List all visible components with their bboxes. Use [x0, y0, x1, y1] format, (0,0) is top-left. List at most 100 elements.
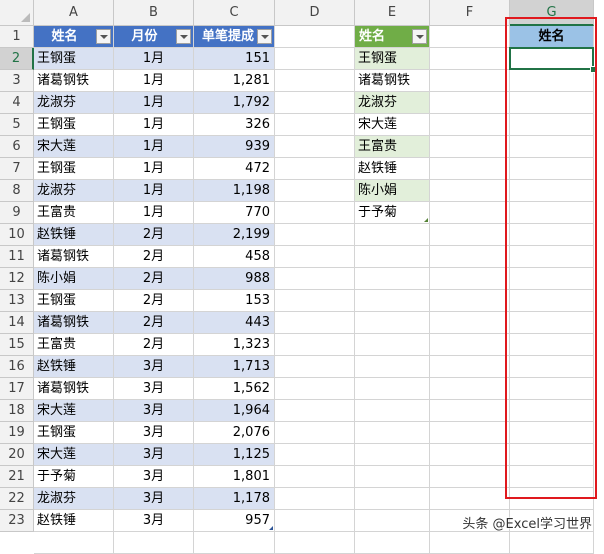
grid-cell[interactable]	[430, 48, 510, 70]
grid-cell[interactable]	[275, 26, 355, 48]
column-header-e[interactable]: E	[355, 0, 430, 26]
grid-cell[interactable]	[275, 92, 355, 114]
table1-month-cell[interactable]: 3月	[114, 466, 194, 488]
table1-commission-cell[interactable]: 458	[194, 246, 275, 268]
table2-name-cell[interactable]: 王钢蛋	[355, 48, 430, 70]
table1-name-cell[interactable]: 王富贵	[34, 202, 114, 224]
table1-month-cell[interactable]: 1月	[114, 70, 194, 92]
grid-cell[interactable]	[34, 532, 114, 554]
table1-commission-cell[interactable]: 151	[194, 48, 275, 70]
table1-header-commission[interactable]: 单笔提成	[194, 26, 275, 48]
table1-month-cell[interactable]: 2月	[114, 246, 194, 268]
grid-cell[interactable]	[275, 356, 355, 378]
table1-month-cell[interactable]: 1月	[114, 158, 194, 180]
row-header-5[interactable]: 5	[0, 114, 34, 136]
table1-name-cell[interactable]: 王富贵	[34, 334, 114, 356]
grid-cell[interactable]	[275, 488, 355, 510]
table1-month-cell[interactable]: 2月	[114, 334, 194, 356]
grid-cell[interactable]	[275, 466, 355, 488]
row-header-4[interactable]: 4	[0, 92, 34, 114]
grid-cell[interactable]	[355, 488, 430, 510]
table1-commission-cell[interactable]: 443	[194, 312, 275, 334]
table1-name-cell[interactable]: 王钢蛋	[34, 290, 114, 312]
grid-cell[interactable]	[430, 92, 510, 114]
grid-cell[interactable]	[275, 510, 355, 532]
row-header-14[interactable]: 14	[0, 312, 34, 334]
row-header-22[interactable]: 22	[0, 488, 34, 510]
grid-cell[interactable]	[430, 136, 510, 158]
table1-commission-cell[interactable]: 1,198	[194, 180, 275, 202]
table1-commission-cell[interactable]: 1,964	[194, 400, 275, 422]
spreadsheet-grid[interactable]: A B C D E F G 1 2 3 4 5 6 7 8 9 10 11 12 13 14 15 16 17 18 19 20 21…	[0, 0, 604, 554]
grid-cell[interactable]	[430, 488, 510, 510]
table1-commission-cell[interactable]: 472	[194, 158, 275, 180]
grid-cell[interactable]	[430, 356, 510, 378]
row-header-20[interactable]: 20	[0, 444, 34, 466]
table2-name-cell[interactable]: 王富贵	[355, 136, 430, 158]
grid-cell[interactable]	[275, 334, 355, 356]
row-header-23[interactable]: 23	[0, 510, 34, 532]
grid-cell[interactable]	[430, 378, 510, 400]
table1-month-cell[interactable]: 3月	[114, 400, 194, 422]
grid-cell[interactable]	[355, 246, 430, 268]
row-header-21[interactable]: 21	[0, 466, 34, 488]
grid-cell[interactable]	[430, 202, 510, 224]
grid-cell[interactable]	[430, 158, 510, 180]
column-header-d[interactable]: D	[275, 0, 355, 26]
filter-dropdown-icon[interactable]	[257, 29, 272, 44]
grid-cell[interactable]	[355, 268, 430, 290]
grid-cell[interactable]	[355, 510, 430, 532]
grid-cell[interactable]	[275, 532, 355, 554]
grid-cell[interactable]	[275, 224, 355, 246]
table1-name-cell[interactable]: 陈小娟	[34, 268, 114, 290]
table1-commission-cell[interactable]: 1,713	[194, 356, 275, 378]
row-header-3[interactable]: 3	[0, 70, 34, 92]
grid-cell[interactable]	[430, 334, 510, 356]
column-header-f[interactable]: F	[430, 0, 510, 26]
filter-dropdown-icon[interactable]	[176, 29, 191, 44]
grid-cell[interactable]	[430, 466, 510, 488]
table1-name-cell[interactable]: 宋大莲	[34, 444, 114, 466]
grid-cell[interactable]	[430, 290, 510, 312]
table1-name-cell[interactable]: 诸葛钢铁	[34, 378, 114, 400]
grid-cell[interactable]	[275, 136, 355, 158]
table1-commission-cell[interactable]: 988	[194, 268, 275, 290]
table1-commission-cell[interactable]: 957	[194, 510, 275, 532]
table1-month-cell[interactable]: 1月	[114, 202, 194, 224]
grid-cell[interactable]	[430, 180, 510, 202]
table1-name-cell[interactable]: 诸葛钢铁	[34, 312, 114, 334]
grid-cell[interactable]	[275, 180, 355, 202]
table1-month-cell[interactable]: 2月	[114, 290, 194, 312]
grid-cell[interactable]	[355, 334, 430, 356]
table2-name-cell[interactable]: 宋大莲	[355, 114, 430, 136]
table1-month-cell[interactable]: 1月	[114, 92, 194, 114]
table1-month-cell[interactable]: 1月	[114, 136, 194, 158]
column-header-b[interactable]: B	[114, 0, 194, 26]
row-header-6[interactable]: 6	[0, 136, 34, 158]
table2-name-cell[interactable]: 龙淑芬	[355, 92, 430, 114]
table1-month-cell[interactable]: 3月	[114, 378, 194, 400]
row-header-12[interactable]: 12	[0, 268, 34, 290]
table1-month-cell[interactable]: 1月	[114, 180, 194, 202]
grid-cell[interactable]	[355, 532, 430, 554]
table1-month-cell[interactable]: 2月	[114, 224, 194, 246]
table1-name-cell[interactable]: 龙淑芬	[34, 92, 114, 114]
table1-commission-cell[interactable]: 1,125	[194, 444, 275, 466]
table1-month-cell[interactable]: 3月	[114, 422, 194, 444]
grid-cell[interactable]	[355, 290, 430, 312]
grid-cell[interactable]	[275, 378, 355, 400]
row-header-2[interactable]: 2	[0, 48, 34, 70]
filter-dropdown-icon[interactable]	[412, 29, 427, 44]
column-header-c[interactable]: C	[194, 0, 275, 26]
grid-cell[interactable]	[275, 48, 355, 70]
grid-cell[interactable]	[355, 444, 430, 466]
grid-cell[interactable]	[430, 246, 510, 268]
grid-cell[interactable]	[430, 444, 510, 466]
table-resize-handle[interactable]	[424, 218, 428, 222]
table1-month-cell[interactable]: 3月	[114, 510, 194, 532]
grid-cell[interactable]	[275, 114, 355, 136]
table1-name-cell[interactable]: 赵铁锤	[34, 356, 114, 378]
table1-name-cell[interactable]: 宋大莲	[34, 136, 114, 158]
table1-commission-cell[interactable]: 939	[194, 136, 275, 158]
table1-month-cell[interactable]: 1月	[114, 48, 194, 70]
